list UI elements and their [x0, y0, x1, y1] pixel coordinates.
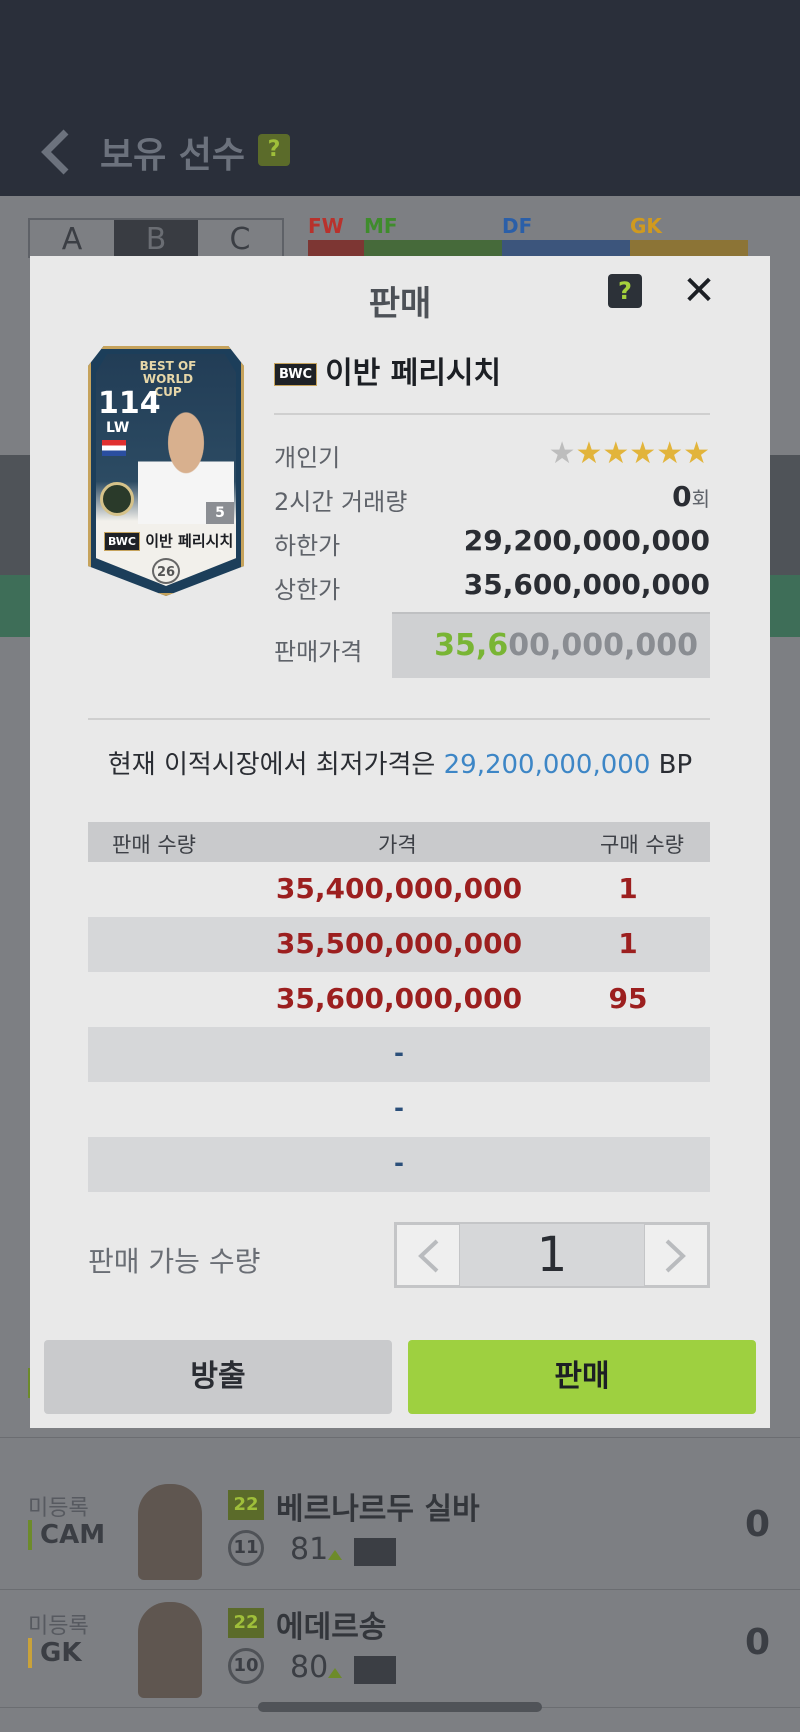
popularity-label: 개인기: [274, 444, 341, 472]
star-icon: ★: [629, 436, 657, 471]
tab-a[interactable]: A: [30, 220, 114, 257]
tab-c[interactable]: C: [198, 220, 282, 257]
player-row[interactable]: 미등록 CAM 22 베르나르두 실바 11 81 0: [0, 1472, 800, 1590]
table-row: 35,400,000,000 1: [275, 872, 638, 905]
card-player-name: BWC 이반 페리시치: [104, 530, 233, 551]
volume-label: 2시간 거래량: [274, 488, 408, 516]
star-icon: ★: [656, 436, 684, 471]
croatia-flag-icon: [102, 440, 126, 456]
sell-price-value: 35,600,000,000: [434, 628, 698, 663]
player-position: GK: [28, 1638, 82, 1668]
header-price: 가격: [378, 833, 417, 857]
sell-price-row: 판매가격 35,600,000,000: [274, 612, 710, 678]
popularity-row: 개인기 ★★★★★★: [274, 434, 710, 474]
player-name: 베르나르두 실바: [276, 1492, 480, 1527]
season-badge: 22: [228, 1608, 264, 1638]
club-badge-icon: [100, 482, 134, 516]
star-rating: ★★★★★★: [549, 436, 710, 471]
sellable-qty-label: 판매 가능 수량: [88, 1245, 261, 1278]
volume-value: 0회: [672, 480, 710, 513]
sell-button[interactable]: 판매: [408, 1340, 756, 1414]
player-ovr: 80: [290, 1650, 329, 1685]
register-status: 미등록: [28, 1614, 89, 1639]
back-arrow-icon[interactable]: [36, 128, 76, 176]
star-icon: ★: [683, 436, 710, 471]
min-price-label: 하한가: [274, 532, 341, 560]
table-row: 35,600,000,000 95: [275, 982, 648, 1015]
min-price-value: 29,200,000,000: [463, 524, 710, 557]
register-status: 미등록: [28, 1496, 89, 1521]
max-price-row: 상한가 35,600,000,000: [274, 566, 710, 606]
table-row: -: [394, 1094, 404, 1122]
up-arrow-icon: [328, 1668, 342, 1678]
increase-button[interactable]: [644, 1224, 708, 1286]
bwc-tag: BWC: [274, 363, 318, 386]
squad-tabs: A B C: [28, 218, 284, 258]
header-sell-qty: 판매 수량: [112, 833, 196, 857]
order-book-table: 판매 수량 가격 구매 수량 35,400,000,000 1 35,500,0…: [88, 822, 710, 1192]
quantity-value: 1: [536, 1227, 568, 1283]
bwc-tag: BWC: [104, 532, 140, 551]
up-arrow-icon: [328, 1550, 342, 1560]
table-row: -: [88, 1137, 710, 1192]
player-count: 0: [744, 1622, 770, 1663]
dialog-title: 판매: [368, 284, 432, 324]
table-row: 35,500,000,000 1: [88, 917, 710, 972]
close-icon[interactable]: ✕: [678, 270, 720, 312]
divider: [88, 718, 710, 720]
player-name: BWC 이반 페리시치: [274, 348, 501, 392]
player-face: [138, 1602, 202, 1698]
legend-gk: GK: [630, 214, 662, 238]
player-position: CAM: [28, 1520, 105, 1550]
legend-mf: MF: [364, 214, 398, 238]
help-icon[interactable]: ?: [608, 274, 642, 308]
sell-price-label: 판매가격: [274, 638, 363, 666]
chevron-right-icon: [665, 1239, 686, 1273]
player-level: 10: [228, 1648, 264, 1684]
max-price-value: 35,600,000,000: [463, 568, 710, 601]
player-face: [138, 1484, 202, 1580]
table-row: -: [88, 1027, 710, 1082]
legend-fw: FW: [308, 214, 344, 238]
card-level: 5: [206, 502, 234, 524]
star-icon: ★: [575, 436, 603, 471]
star-icon: ★: [548, 436, 576, 471]
legend-df: DF: [502, 214, 533, 238]
sell-price-field[interactable]: 35,600,000,000: [392, 612, 710, 678]
player-row[interactable]: 미등록 GK 22 에데르송 10 80 0: [0, 1590, 800, 1708]
help-icon[interactable]: ?: [258, 134, 290, 166]
volume-row: 2시간 거래량 0회: [274, 478, 710, 518]
season-badge: 22: [228, 1490, 264, 1520]
card-position: LW: [106, 420, 130, 436]
player-level: 11: [228, 1530, 264, 1566]
quantity-stepper: 1: [394, 1222, 710, 1288]
star-icon: ★: [602, 436, 630, 471]
app-header: 보유 선수 ?: [0, 0, 800, 196]
card-season: 26: [152, 558, 180, 584]
player-card: BEST OF WORLD CUP 114 LW 5 BWC 이반 페리시치 2…: [88, 346, 244, 596]
card-ovr: 114: [98, 386, 161, 421]
table-header: 판매 수량 가격 구매 수량: [88, 822, 710, 862]
player-count: 0: [744, 1504, 770, 1545]
player-name: 에데르송: [276, 1610, 387, 1645]
status-chip: [354, 1656, 396, 1684]
home-indicator: [258, 1702, 542, 1712]
chevron-left-icon: [418, 1239, 439, 1273]
release-button[interactable]: 방출: [44, 1340, 392, 1414]
page-title: 보유 선수: [100, 135, 246, 176]
status-chip: [354, 1538, 396, 1566]
max-price-label: 상한가: [274, 576, 341, 604]
player-ovr: 81: [290, 1532, 329, 1567]
header-buy-qty: 구매 수량: [600, 833, 684, 857]
market-lowest-price: 현재 이적시장에서 최저가격은 29,200,000,000 BP: [107, 750, 693, 780]
sell-dialog: 판매 ? ✕ BEST OF WORLD CUP 114 LW 5 BWC 이반…: [30, 256, 770, 1428]
min-price-row: 하한가 29,200,000,000: [274, 522, 710, 562]
decrease-button[interactable]: [396, 1224, 460, 1286]
divider: [274, 413, 710, 415]
tab-b[interactable]: B: [114, 220, 198, 257]
